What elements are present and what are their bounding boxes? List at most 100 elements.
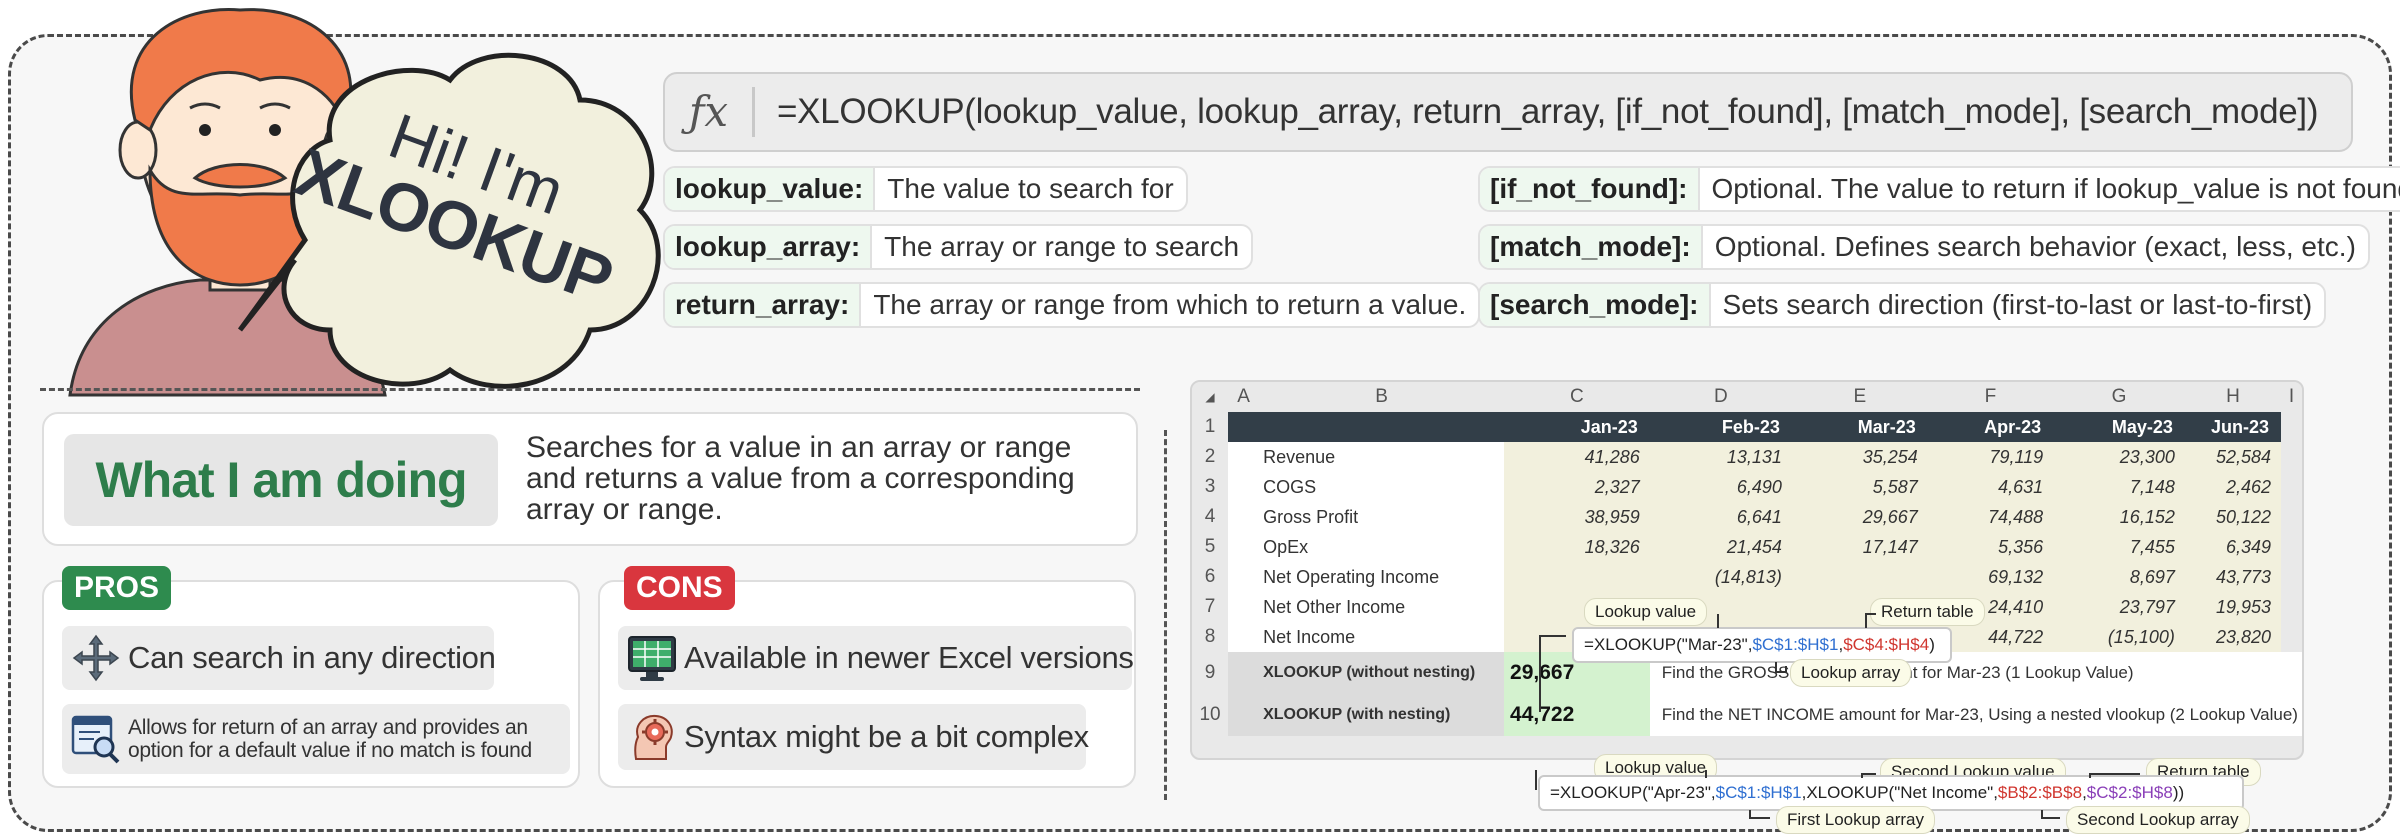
value-cell[interactable]: 69,132 (1927, 562, 2054, 592)
row-label[interactable]: Net Income (1259, 622, 1505, 652)
value-cell[interactable]: 50,122 (2184, 502, 2282, 532)
value-cell[interactable]: 2,327 (1504, 472, 1650, 502)
month-header[interactable]: Apr-23 (1927, 412, 2054, 442)
row-number[interactable]: 6 (1192, 562, 1229, 592)
row-label[interactable]: COGS (1259, 472, 1505, 502)
formula-bar[interactable]: ƒx =XLOOKUP(lookup_value, lookup_array, … (663, 72, 2353, 152)
row-number[interactable]: 4 (1192, 502, 1229, 532)
cell[interactable] (1228, 472, 1260, 502)
value-cell[interactable]: 6,641 (1649, 502, 1792, 532)
cell[interactable] (1228, 622, 1260, 652)
what-i-am-doing-card: What I am doing Searches for a value in … (42, 412, 1138, 546)
xlookup-label[interactable]: XLOOKUP (without nesting) (1259, 652, 1505, 694)
col-header[interactable]: A (1228, 382, 1260, 412)
row-number[interactable]: 5 (1192, 532, 1229, 562)
cell[interactable] (1228, 652, 1260, 694)
value-cell[interactable]: 74,488 (1927, 502, 2054, 532)
value-cell[interactable]: 2,462 (2184, 472, 2282, 502)
param-desc: The value to search for (887, 173, 1174, 204)
value-cell[interactable]: 5,356 (1927, 532, 2054, 562)
month-header[interactable]: May-23 (2053, 412, 2185, 442)
value-cell[interactable]: 6,490 (1649, 472, 1792, 502)
cell[interactable] (2281, 532, 2302, 562)
value-cell[interactable] (1791, 562, 1928, 592)
value-cell[interactable]: 43,773 (2184, 562, 2282, 592)
value-cell[interactable]: 19,953 (2184, 592, 2282, 622)
row-number[interactable]: 3 (1192, 472, 1229, 502)
value-cell[interactable]: 38,959 (1504, 502, 1650, 532)
param-desc: The array or range to search (884, 231, 1240, 262)
value-cell[interactable]: 7,148 (2053, 472, 2185, 502)
col-header[interactable]: B (1259, 382, 1505, 412)
data-rows: 2 Revenue 41,286 13,131 35,254 79,119 23,300 52… (1192, 442, 2302, 652)
formula-part: ,XLOOKUP("Net Income", (1801, 783, 1998, 802)
col-header[interactable]: I (2281, 382, 2302, 412)
value-cell[interactable]: 6,349 (2184, 532, 2282, 562)
xlookup-note[interactable]: Find the NET INCOME amount for Mar-23, U… (1649, 694, 2302, 736)
cons-item: Available in newer Excel versions (618, 626, 1134, 690)
row-label[interactable]: Gross Profit (1259, 502, 1505, 532)
cons-card: CONS Available in newer Excel versions S… (598, 566, 1136, 788)
value-cell[interactable]: 79,119 (1927, 442, 2054, 472)
cell[interactable] (2281, 502, 2302, 532)
row-number[interactable]: 9 (1192, 652, 1229, 694)
value-cell[interactable]: 23,820 (2184, 622, 2282, 652)
table-row: 6 Net Operating Income (14,813) 69,132 8,697… (1192, 562, 2302, 592)
row-number[interactable]: 8 (1192, 622, 1229, 652)
cell[interactable] (1228, 442, 1260, 472)
month-header[interactable]: Jan-23 (1504, 412, 1650, 442)
row-label[interactable]: OpEx (1259, 532, 1505, 562)
value-cell[interactable]: 18,326 (1504, 532, 1650, 562)
value-cell[interactable]: 29,667 (1791, 502, 1928, 532)
value-cell[interactable] (1504, 562, 1650, 592)
cell[interactable] (1228, 412, 1260, 442)
xlookup-result[interactable]: 44,722 (1504, 694, 1650, 736)
col-header[interactable]: D (1649, 382, 1792, 412)
value-cell[interactable]: 16,152 (2053, 502, 2185, 532)
cell[interactable] (2281, 592, 2302, 622)
value-cell[interactable]: 17,147 (1791, 532, 1928, 562)
param-key: [search_mode]: (1480, 284, 1711, 326)
month-header[interactable]: Mar-23 (1791, 412, 1928, 442)
value-cell[interactable]: 23,300 (2053, 442, 2185, 472)
cell[interactable] (2281, 442, 2302, 472)
param-key: [if_not_found]: (1480, 168, 1700, 210)
row-number[interactable]: 7 (1192, 592, 1229, 622)
col-header[interactable]: C (1504, 382, 1650, 412)
value-cell[interactable]: 7,455 (2053, 532, 2185, 562)
xlookup-label[interactable]: XLOOKUP (with nesting) (1259, 694, 1505, 736)
value-cell[interactable]: (15,100) (2053, 622, 2185, 652)
col-header[interactable]: F (1927, 382, 2054, 412)
cell[interactable] (1228, 694, 1260, 736)
cell[interactable] (1259, 412, 1505, 442)
value-cell[interactable]: 52,584 (2184, 442, 2282, 472)
row-label[interactable]: Net Other Income (1259, 592, 1505, 622)
value-cell[interactable]: (14,813) (1649, 562, 1792, 592)
value-cell[interactable]: 13,131 (1649, 442, 1792, 472)
value-cell[interactable]: 23,797 (2053, 592, 2185, 622)
col-header[interactable]: G (2053, 382, 2185, 412)
cell[interactable] (1228, 562, 1260, 592)
col-header[interactable]: H (2184, 382, 2282, 412)
row-label[interactable]: Revenue (1259, 442, 1505, 472)
value-cell[interactable]: 4,631 (1927, 472, 2054, 502)
cell[interactable] (2281, 472, 2302, 502)
value-cell[interactable]: 21,454 (1649, 532, 1792, 562)
value-cell[interactable]: 8,697 (2053, 562, 2185, 592)
cell[interactable] (1228, 502, 1260, 532)
col-header[interactable]: E (1791, 382, 1928, 412)
value-cell[interactable]: 35,254 (1791, 442, 1928, 472)
row-number[interactable]: 1 (1192, 412, 1229, 442)
month-header[interactable]: Feb-23 (1649, 412, 1792, 442)
value-cell[interactable]: 41,286 (1504, 442, 1650, 472)
row-label[interactable]: Net Operating Income (1259, 562, 1505, 592)
cell[interactable] (1228, 592, 1260, 622)
cell[interactable] (2281, 622, 2302, 652)
value-cell[interactable]: 5,587 (1791, 472, 1928, 502)
cell[interactable] (2281, 412, 2302, 442)
cell[interactable] (1228, 532, 1260, 562)
cell[interactable] (2281, 562, 2302, 592)
row-number[interactable]: 2 (1192, 442, 1229, 472)
month-header[interactable]: Jun-23 (2184, 412, 2282, 442)
row-number[interactable]: 10 (1192, 694, 1229, 736)
